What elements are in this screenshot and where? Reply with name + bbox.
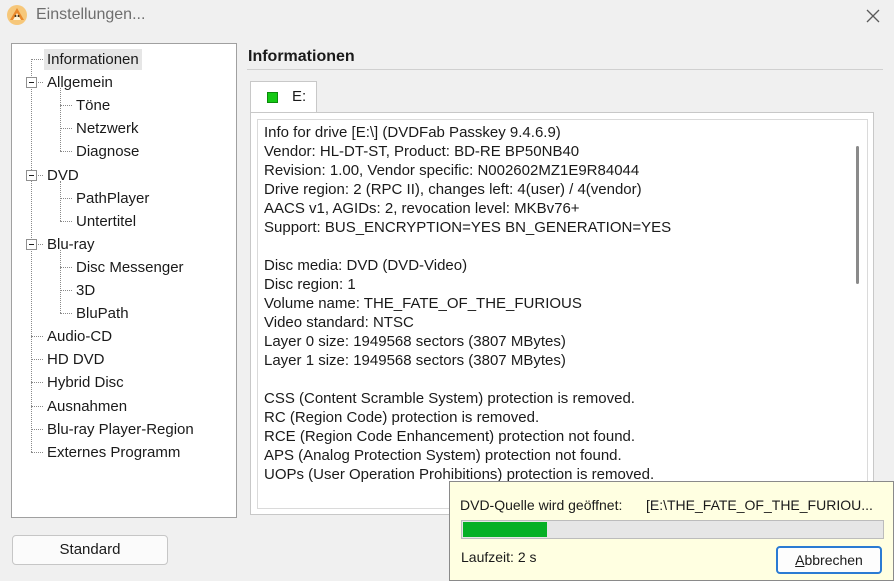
tree-connector <box>31 405 43 407</box>
tree-connector <box>31 382 43 384</box>
close-button[interactable] <box>856 2 890 30</box>
info-panel: Info for drive [E:\] (DVDFab Passkey 9.4… <box>250 112 874 515</box>
tree-connector <box>31 336 43 338</box>
progress-bar <box>461 520 884 539</box>
info-line: Video standard: NTSC <box>264 314 414 331</box>
tree-item-diagnose[interactable]: Diagnose <box>73 141 142 162</box>
info-line: Support: BUS_ENCRYPTION=YES BN_GENERATIO… <box>264 219 672 236</box>
progress-popup: DVD-Quelle wird geöffnet: [E:\THE_FATE_O… <box>449 481 894 581</box>
tree-connector <box>60 220 72 222</box>
info-line: CSS (Content Scramble System) protection… <box>264 390 635 407</box>
tree-connector <box>31 428 43 430</box>
tree-item-disc-messenger[interactable]: Disc Messenger <box>73 257 187 278</box>
tree-item-ausnahmen[interactable]: Ausnahmen <box>44 396 130 417</box>
tree-item-pathplayer[interactable]: PathPlayer <box>73 188 152 209</box>
scrollbar-thumb[interactable] <box>856 146 859 284</box>
info-line: Drive region: 2 (RPC II), changes left: … <box>264 181 642 198</box>
info-line: APS (Analog Protection System) protectio… <box>264 447 622 464</box>
tree-connector <box>31 59 43 60</box>
tree-connector <box>60 290 72 291</box>
tree-item-externes-programm[interactable]: Externes Programm <box>44 442 183 463</box>
vertical-scrollbar[interactable] <box>853 124 865 504</box>
popup-runtime: Laufzeit: 2 s <box>461 549 537 565</box>
tree-connector <box>31 451 43 453</box>
info-blank-line <box>264 237 844 256</box>
tab-drive-e[interactable]: E: <box>250 81 317 113</box>
tree-branch-line <box>60 88 61 152</box>
tree-item-hd-dvd[interactable]: HD DVD <box>44 349 108 370</box>
tree-item-allgemein[interactable]: Allgemein <box>44 72 116 93</box>
tree-connector <box>60 313 72 315</box>
close-icon <box>866 9 880 23</box>
popup-status-text: DVD-Quelle wird geöffnet: <box>460 497 623 513</box>
tree-connector <box>31 359 43 361</box>
tree-item-audio-cd[interactable]: Audio-CD <box>44 326 115 347</box>
tree-branch-line <box>60 249 61 314</box>
collapse-toggle-icon[interactable] <box>26 77 37 89</box>
tree-connector <box>60 105 72 107</box>
tree-item-blu-ray-player-region[interactable]: Blu-ray Player-Region <box>44 419 197 440</box>
section-title: Informationen <box>248 48 355 65</box>
tree-item-blupath[interactable]: BluPath <box>73 303 132 324</box>
tree-item-hybrid-disc[interactable]: Hybrid Disc <box>44 372 127 393</box>
window-title: Einstellungen... <box>36 6 146 23</box>
tree-item-dvd[interactable]: DVD <box>44 165 82 186</box>
standard-button[interactable]: Standard <box>12 535 168 565</box>
dvdfab-fox-icon <box>5 3 29 27</box>
info-line: AACS v1, AGIDs: 2, revocation level: MKB… <box>264 200 580 217</box>
info-line: Info for drive [E:\] (DVDFab Passkey 9.4… <box>264 124 561 141</box>
tree-connector <box>60 151 72 153</box>
title-bar: Einstellungen... <box>0 0 894 34</box>
section-divider <box>247 69 883 70</box>
info-line: Layer 1 size: 1949568 sectors (3807 MByt… <box>264 352 566 369</box>
tree-item-untertitel[interactable]: Untertitel <box>73 211 139 232</box>
tree-connector <box>60 128 72 130</box>
cancel-button[interactable]: Abbrechen <box>776 546 882 574</box>
popup-source-path: [E:\THE_FATE_OF_THE_FURIOU... <box>646 497 873 513</box>
info-line: RCE (Region Code Enhancement) protection… <box>264 428 636 445</box>
drive-info-textbox[interactable]: Info for drive [E:\] (DVDFab Passkey 9.4… <box>257 119 868 509</box>
tree-connector <box>60 266 72 268</box>
info-line: Disc media: DVD (DVD-Video) <box>264 257 468 274</box>
tab-label: E: <box>292 88 307 105</box>
info-line: Disc region: 1 <box>264 276 356 293</box>
info-line: Vendor: HL-DT-ST, Product: BD-RE BP50NB4… <box>264 143 580 160</box>
info-line: RC (Region Code) protection is removed. <box>264 409 540 426</box>
tree-item-töne[interactable]: Töne <box>73 95 113 116</box>
collapse-toggle-icon[interactable] <box>26 238 37 250</box>
tree-trunk-line <box>31 59 32 452</box>
info-line: Revision: 1.00, Vendor specific: N002602… <box>264 162 640 179</box>
tree-item-blu-ray[interactable]: Blu-ray <box>44 234 98 255</box>
info-line: Volume name: THE_FATE_OF_THE_FURIOUS <box>264 295 582 312</box>
drive-info-text: Info for drive [E:\] (DVDFab Passkey 9.4… <box>264 123 844 484</box>
progress-bar-fill <box>463 522 547 537</box>
settings-tree[interactable]: Informationen Allgemein Töne Netzwerk Diagno… <box>11 43 237 518</box>
cancel-button-label: bbrechen <box>804 552 863 568</box>
info-blank-line <box>264 370 844 389</box>
tree-connector <box>60 197 72 199</box>
info-line: Layer 0 size: 1949568 sectors (3807 MByt… <box>264 333 566 350</box>
tree-item-informationen[interactable]: Informationen <box>44 49 142 70</box>
tree-item-netzwerk[interactable]: Netzwerk <box>73 118 142 139</box>
tree-item-3d[interactable]: 3D <box>73 280 98 301</box>
collapse-toggle-icon[interactable] <box>26 169 37 181</box>
tree-branch-line <box>60 180 61 221</box>
drive-status-led-icon <box>267 92 278 103</box>
